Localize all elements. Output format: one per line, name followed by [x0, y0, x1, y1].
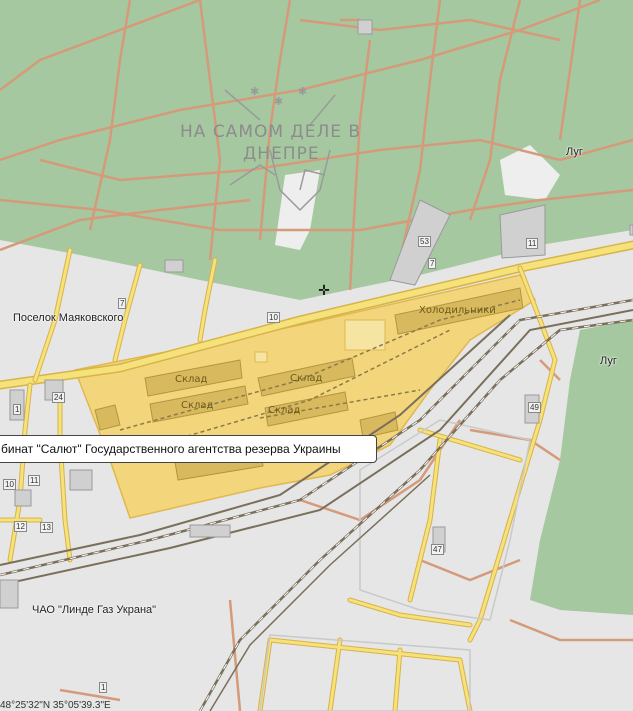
house-number: 1: [99, 682, 108, 693]
house-number: 7: [428, 258, 437, 269]
coordinates-readout: 48°25'32"N 35°05'39.3"E: [0, 700, 111, 711]
svg-text:✱: ✱: [298, 85, 307, 98]
building-label-sklad-2: Склад: [290, 373, 323, 384]
house-number: 1: [13, 404, 22, 415]
building-label-sklad-1: Склад: [175, 374, 208, 385]
house-number: 11: [28, 475, 41, 486]
house-number: 49: [528, 402, 541, 413]
watermark-line2: ДНЕПРЕ: [243, 144, 320, 164]
svg-text:✱: ✱: [274, 95, 283, 108]
crosshair-cursor-icon: ✛: [318, 282, 330, 298]
house-number: 24: [52, 392, 65, 403]
house-number: 53: [418, 236, 431, 247]
building-label-sklad-4: Склад: [268, 405, 301, 416]
house-number: 13: [40, 522, 53, 533]
label-poselok[interactable]: Поселок Маяковского: [13, 312, 123, 324]
house-number: 11: [526, 238, 539, 249]
house-number: 7: [118, 298, 127, 309]
building-label-sklad-3: Склад: [181, 400, 214, 411]
house-number: 10: [3, 479, 16, 490]
small-building: [254, 351, 268, 363]
building-label-holodilniki: Холодильники: [419, 305, 496, 316]
label-lug-right[interactable]: Луг: [600, 355, 617, 367]
watermark-line1: НА САМОМ ДЕЛЕ В: [180, 122, 362, 142]
label-lug-top[interactable]: Луг: [566, 146, 583, 158]
object-tooltip: бинат "Салют" Государственного агентства…: [0, 435, 377, 463]
house-number: 47: [431, 544, 444, 555]
house-number: 10: [267, 312, 280, 323]
svg-text:✱: ✱: [250, 85, 259, 98]
label-linde[interactable]: ЧАО "Линде Газ Украна": [32, 604, 156, 616]
house-number: 12: [14, 521, 27, 532]
